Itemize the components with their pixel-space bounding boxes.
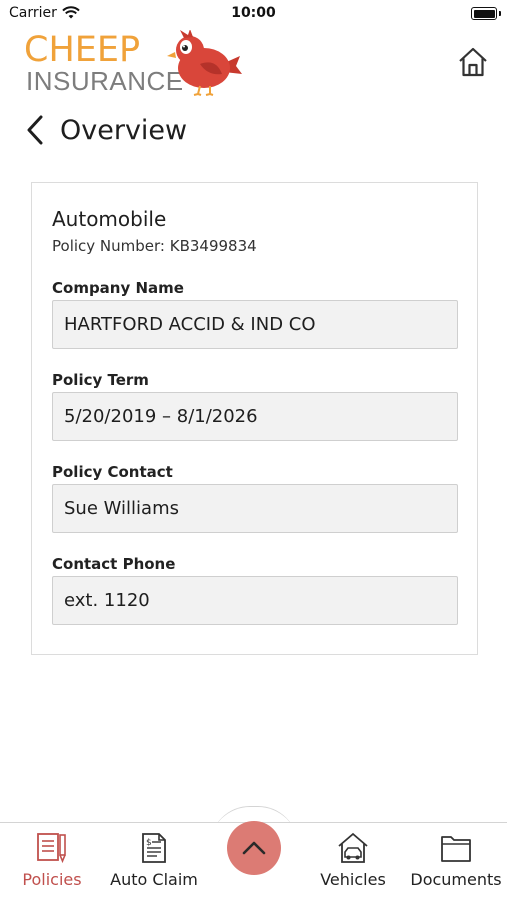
status-bar: Carrier 10:00	[0, 0, 507, 28]
battery-tip	[499, 11, 501, 16]
tab-documents[interactable]: Documents	[406, 823, 506, 900]
company-name-label: Company Name	[52, 279, 184, 297]
tab-auto-claim[interactable]: $ Auto Claim	[104, 823, 204, 900]
logo-text-cheep: CHEEP	[24, 30, 141, 70]
policy-contact-label: Policy Contact	[52, 463, 173, 481]
tab-documents-label: Documents	[410, 870, 502, 889]
contact-phone-field[interactable]: ext. 1120	[52, 576, 458, 625]
contact-phone-label: Contact Phone	[52, 555, 176, 573]
home-button[interactable]	[456, 45, 490, 79]
policy-type: Automobile	[52, 207, 167, 231]
svg-text:$: $	[146, 838, 152, 848]
policies-icon	[37, 833, 66, 864]
vehicles-icon	[338, 832, 368, 863]
bird-mascot-icon	[167, 30, 242, 96]
tab-auto-claim-label: Auto Claim	[110, 870, 198, 889]
tab-policies[interactable]: Policies	[16, 823, 88, 900]
expand-menu-button[interactable]	[227, 821, 281, 875]
nav-header: Overview	[24, 110, 187, 150]
auto-claim-icon: $	[142, 833, 166, 863]
tab-policies-label: Policies	[22, 870, 82, 889]
policy-contact-field[interactable]: Sue Williams	[52, 484, 458, 533]
policy-number: Policy Number: KB3499834	[52, 237, 257, 255]
battery-icon	[471, 7, 497, 20]
chevron-up-icon	[242, 841, 266, 855]
policy-term-field[interactable]: 5/20/2019 – 8/1/2026	[52, 392, 458, 441]
policy-term-label: Policy Term	[52, 371, 149, 389]
company-name-field[interactable]: HARTFORD ACCID & IND CO	[52, 300, 458, 349]
page-title: Overview	[60, 114, 188, 146]
back-chevron-icon[interactable]	[24, 113, 46, 147]
tab-vehicles-label: Vehicles	[320, 870, 386, 889]
tab-vehicles[interactable]: Vehicles	[313, 823, 393, 900]
clock: 10:00	[231, 5, 276, 21]
home-icon	[459, 47, 487, 77]
logo-text-insurance: INSURANCE	[26, 66, 184, 96]
policy-card: Automobile Policy Number: KB3499834 Comp…	[31, 182, 478, 655]
cheep-insurance-logo: CHEEP INSURANCE	[24, 30, 244, 96]
documents-icon	[441, 836, 471, 862]
